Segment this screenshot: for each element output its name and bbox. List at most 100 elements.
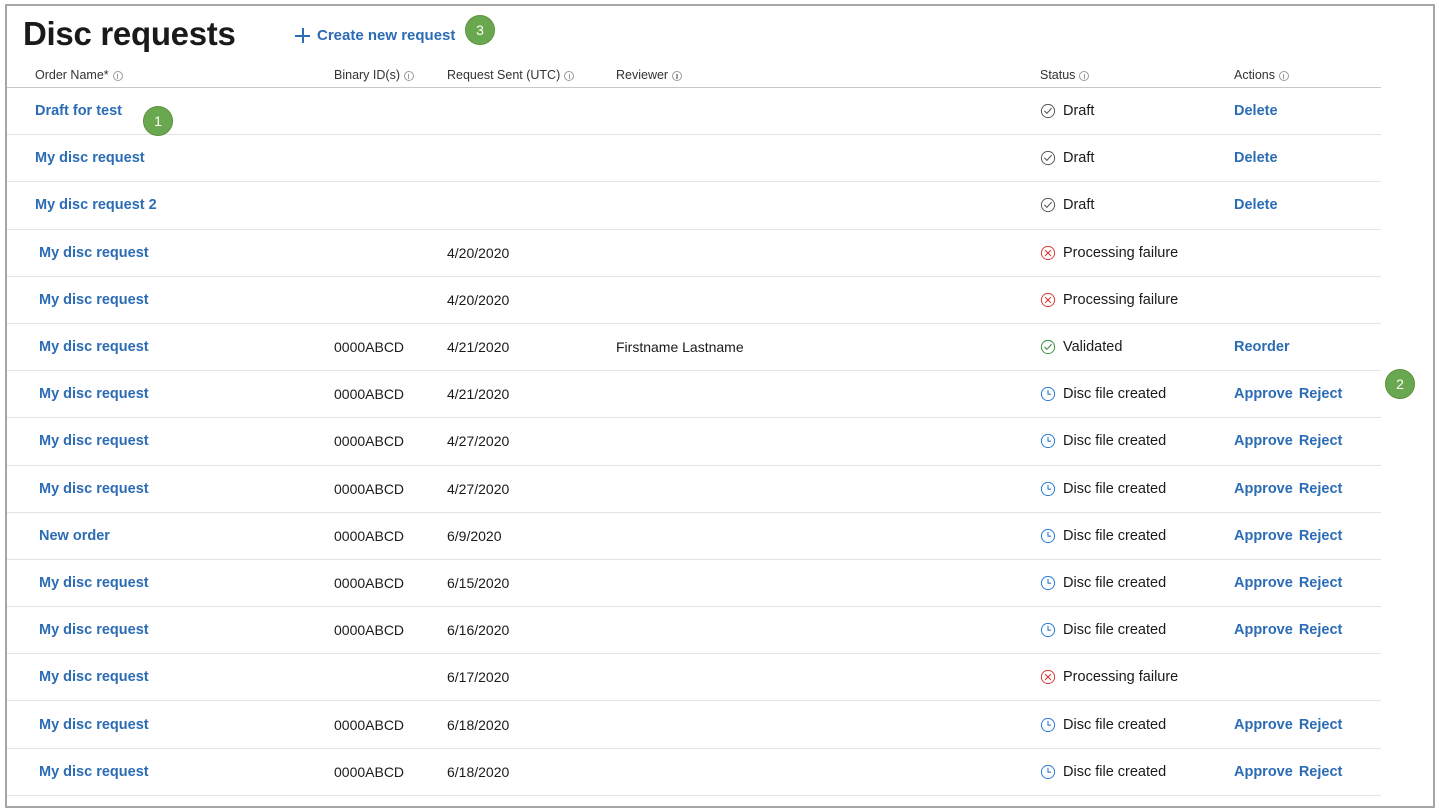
status-badge: Processing failure — [1040, 245, 1178, 261]
order-name-link[interactable]: New order — [39, 528, 110, 544]
info-icon[interactable] — [672, 71, 682, 81]
column-header-date[interactable]: Request Sent (UTC) — [447, 68, 574, 82]
clock-icon — [1040, 717, 1056, 733]
action-reject-link[interactable]: Reject — [1299, 764, 1343, 780]
action-approve-link[interactable]: Approve — [1234, 764, 1293, 780]
clock-icon — [1040, 622, 1056, 638]
request-sent-value: 4/27/2020 — [447, 481, 509, 497]
cell-request-sent: 4/21/2020 — [447, 371, 509, 417]
action-delete-link[interactable]: Delete — [1234, 197, 1278, 213]
cell-binary-id: 0000ABCD — [334, 371, 404, 417]
column-header-label: Actions — [1234, 68, 1275, 82]
column-header-label: Reviewer — [616, 68, 668, 82]
status-label: Validated — [1063, 339, 1122, 355]
column-header-label: Request Sent (UTC) — [447, 68, 560, 82]
order-name-link[interactable]: My disc request — [39, 386, 149, 402]
order-name-link[interactable]: My disc request — [39, 433, 149, 449]
status-badge: Draft — [1040, 150, 1094, 166]
action-delete-link[interactable]: Delete — [1234, 150, 1278, 166]
action-delete-link[interactable]: Delete — [1234, 103, 1278, 119]
column-header-actions[interactable]: Actions — [1234, 68, 1289, 82]
cell-binary-id: 0000ABCD — [334, 560, 404, 606]
success-circle-icon — [1040, 339, 1056, 355]
order-name-link[interactable]: My disc request — [39, 339, 149, 355]
cell-status: Draft — [1040, 182, 1094, 228]
action-approve-link[interactable]: Approve — [1234, 622, 1293, 638]
cell-binary-id: 0000ABCD — [334, 513, 404, 559]
cell-request-sent: 6/16/2020 — [447, 607, 509, 653]
table-row: My disc request0000ABCD4/27/2020Disc fil… — [7, 466, 1381, 513]
cell-request-sent: 6/9/2020 — [447, 513, 502, 559]
cell-status: Disc file created — [1040, 560, 1166, 606]
create-new-request-button[interactable]: Create new request — [295, 27, 455, 44]
action-approve-link[interactable]: Approve — [1234, 717, 1293, 733]
status-label: Processing failure — [1063, 292, 1178, 308]
cell-status: Processing failure — [1040, 230, 1178, 276]
cell-status: Processing failure — [1040, 654, 1178, 700]
binary-id-value: 0000ABCD — [334, 386, 404, 402]
binary-id-value: 0000ABCD — [334, 339, 404, 355]
order-name-link[interactable]: My disc request — [39, 764, 149, 780]
status-badge: Disc file created — [1040, 433, 1166, 449]
request-sent-value: 6/18/2020 — [447, 717, 509, 733]
table-row: My disc request0000ABCD6/18/2020Disc fil… — [7, 701, 1381, 748]
action-reject-link[interactable]: Reject — [1299, 433, 1343, 449]
status-badge: Processing failure — [1040, 292, 1178, 308]
column-header-binary[interactable]: Binary ID(s) — [334, 68, 414, 82]
info-icon[interactable] — [1079, 71, 1089, 81]
action-reject-link[interactable]: Reject — [1299, 528, 1343, 544]
screenshot-root: Disc requests Create new request Order N… — [0, 0, 1439, 812]
action-reorder-link[interactable]: Reorder — [1234, 339, 1290, 355]
order-name-link[interactable]: Draft for test — [35, 103, 122, 119]
column-header-label: Binary ID(s) — [334, 68, 400, 82]
cell-actions: Approve Reject — [1234, 418, 1342, 464]
cell-binary-id: 0000ABCD — [334, 324, 404, 370]
order-name-link[interactable]: My disc request — [39, 717, 149, 733]
info-icon[interactable] — [1279, 71, 1289, 81]
action-approve-link[interactable]: Approve — [1234, 575, 1293, 591]
info-icon[interactable] — [404, 71, 414, 81]
request-sent-value: 4/20/2020 — [447, 292, 509, 308]
cell-order-name: My disc request 2 — [35, 182, 157, 228]
table-row: My disc request0000ABCD4/21/2020Firstnam… — [7, 324, 1381, 371]
status-label: Processing failure — [1063, 669, 1178, 685]
order-name-link[interactable]: My disc request — [39, 669, 149, 685]
action-approve-link[interactable]: Approve — [1234, 481, 1293, 497]
status-badge: Disc file created — [1040, 622, 1166, 638]
status-badge: Disc file created — [1040, 717, 1166, 733]
status-label: Disc file created — [1063, 717, 1166, 733]
order-name-link[interactable]: My disc request 2 — [35, 197, 157, 213]
column-header-reviewer[interactable]: Reviewer — [616, 68, 682, 82]
action-reject-link[interactable]: Reject — [1299, 575, 1343, 591]
column-header-label: Status — [1040, 68, 1075, 82]
page-title: Disc requests — [23, 14, 236, 54]
order-name-link[interactable]: My disc request — [35, 150, 145, 166]
order-name-link[interactable]: My disc request — [39, 481, 149, 497]
clock-icon — [1040, 386, 1056, 402]
table-row: My disc request 0000ABCD 6/15/2020 Disc fil… — [7, 560, 1381, 607]
status-badge: Disc file created — [1040, 575, 1166, 591]
order-name-link[interactable]: My disc request — [39, 622, 149, 638]
info-icon[interactable] — [113, 71, 123, 81]
reviewer-value: Firstname Lastname — [616, 339, 744, 355]
action-approve-link[interactable]: Approve — [1234, 386, 1293, 402]
action-approve-link[interactable]: Approve — [1234, 528, 1293, 544]
action-reject-link[interactable]: Reject — [1299, 622, 1343, 638]
order-name-link[interactable]: My disc request — [39, 245, 149, 261]
plus-icon — [295, 28, 310, 43]
info-icon[interactable] — [564, 71, 574, 81]
cell-status: Disc file created — [1040, 701, 1166, 747]
column-header-order[interactable]: Order Name* — [35, 68, 123, 82]
request-sent-value: 6/18/2020 — [447, 764, 509, 780]
action-reject-link[interactable]: Reject — [1299, 481, 1343, 497]
cell-status: Draft — [1040, 135, 1094, 181]
cell-request-sent: 6/15/2020 — [447, 560, 509, 606]
column-header-status[interactable]: Status — [1040, 68, 1089, 82]
status-label: Disc file created — [1063, 575, 1166, 591]
action-reject-link[interactable]: Reject — [1299, 717, 1343, 733]
order-name-link[interactable]: My disc request — [39, 292, 149, 308]
order-name-link[interactable]: My disc request — [39, 575, 149, 591]
action-approve-link[interactable]: Approve — [1234, 433, 1293, 449]
action-reject-link[interactable]: Reject — [1299, 386, 1343, 402]
cell-order-name: My disc request — [39, 277, 149, 323]
